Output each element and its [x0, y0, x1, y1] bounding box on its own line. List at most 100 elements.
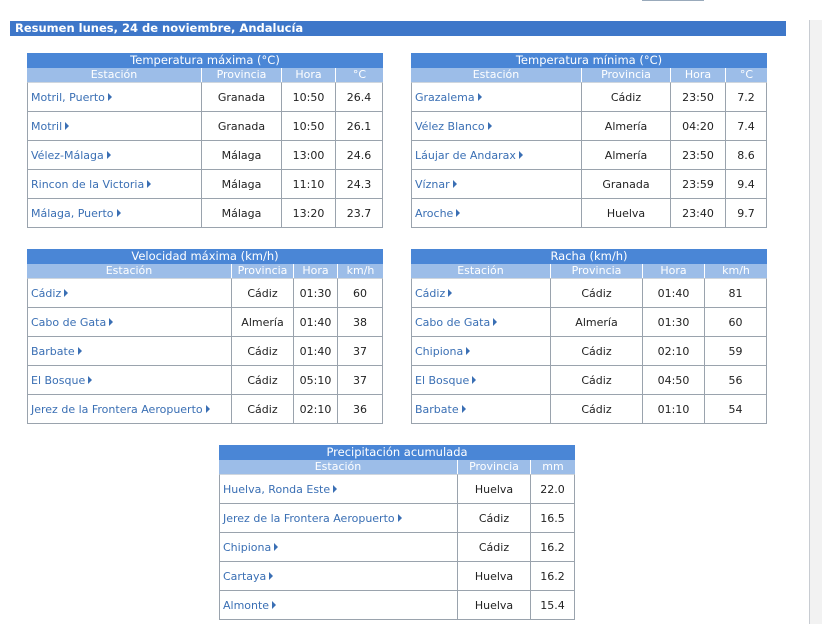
- station-link[interactable]: Cabo de Gata: [415, 316, 498, 329]
- racha-table: Estación Provincia Hora km/h Cádiz Cádiz 01:40…: [411, 264, 767, 424]
- station-cell: Barbate: [27, 337, 232, 366]
- column-header: Hora: [671, 68, 726, 82]
- station-link[interactable]: Rincon de la Victoria: [31, 177, 152, 191]
- time-cell: 01:40: [294, 337, 338, 366]
- time-cell: 23:50: [671, 141, 726, 170]
- station-link[interactable]: Barbate: [415, 403, 466, 416]
- value-cell: 23.7: [336, 199, 383, 228]
- station-link[interactable]: Motril: [31, 119, 70, 133]
- column-header: °C: [336, 68, 383, 82]
- station-name: Rincon de la Victoria: [31, 177, 145, 191]
- province-cell: Granada: [202, 82, 282, 112]
- station-link[interactable]: Jerez de la Frontera Aeropuerto: [31, 403, 210, 416]
- value-cell: 22.0: [531, 474, 575, 504]
- station-link[interactable]: Víznar: [415, 178, 457, 191]
- table-row: Cabo de Gata Almería 01:30 60: [411, 308, 767, 337]
- tmin-title: Temperatura mínima (°C): [411, 53, 767, 68]
- arrow-right-icon: [274, 542, 279, 551]
- province-cell: Huelva: [582, 199, 671, 228]
- station-name: Cabo de Gata: [31, 315, 107, 329]
- column-header: Provincia: [202, 68, 282, 82]
- station-link[interactable]: Almonte: [223, 598, 277, 612]
- value-cell: 54: [705, 395, 767, 424]
- province-cell: Cádiz: [458, 504, 531, 533]
- station-link[interactable]: Barbate: [31, 345, 82, 358]
- arrow-right-icon: [472, 375, 477, 384]
- station-cell: Aroche: [411, 199, 582, 228]
- racha-title: Racha (km/h): [411, 249, 767, 264]
- station-name: Vélez Blanco: [415, 119, 485, 133]
- time-cell: 04:50: [643, 366, 705, 395]
- station-link[interactable]: Motril, Puerto: [31, 91, 112, 104]
- station-link[interactable]: Láujar de Andarax: [415, 149, 523, 162]
- column-header: km/h: [338, 264, 383, 278]
- vmax-block: Velocidad máxima (km/h) Estación Provincia…: [27, 249, 383, 424]
- station-cell: Motril, Puerto: [27, 82, 202, 112]
- time-cell: 11:10: [282, 170, 336, 199]
- value-cell: 37: [338, 366, 383, 395]
- station-link[interactable]: El Bosque: [415, 374, 477, 387]
- value-cell: 9.7: [726, 199, 767, 228]
- top-button[interactable]: [642, 0, 704, 1]
- precip-block: Precipitación acumulada Estación Provincia…: [219, 445, 575, 620]
- value-cell: 7.4: [726, 112, 767, 141]
- province-cell: Almería: [551, 308, 643, 337]
- station-link[interactable]: Málaga, Puerto: [31, 207, 121, 220]
- arrow-right-icon: [116, 208, 121, 217]
- station-cell: Cabo de Gata: [27, 308, 232, 337]
- station-link[interactable]: Aroche: [415, 207, 461, 220]
- province-cell: Almería: [582, 141, 671, 170]
- time-cell: 02:10: [294, 395, 338, 424]
- station-link[interactable]: Vélez Blanco: [415, 120, 492, 133]
- scrollbar[interactable]: [810, 20, 822, 624]
- province-cell: Cádiz: [551, 278, 643, 308]
- arrow-right-icon: [452, 179, 457, 188]
- station-name: Barbate: [415, 402, 459, 416]
- station-name: Motril: [31, 119, 63, 133]
- arrow-right-icon: [272, 600, 277, 609]
- column-header: Estación: [219, 460, 458, 474]
- province-cell: Cádiz: [232, 337, 294, 366]
- province-cell: Cádiz: [232, 395, 294, 424]
- station-link[interactable]: Chipiona: [223, 541, 279, 554]
- station-link[interactable]: Cabo de Gata: [31, 315, 114, 329]
- province-cell: Cádiz: [232, 278, 294, 308]
- station-cell: Jerez de la Frontera Aeropuerto: [27, 395, 232, 424]
- station-name: Almonte: [223, 598, 270, 612]
- station-link[interactable]: Chipiona: [415, 345, 471, 358]
- station-link[interactable]: Grazalema: [415, 91, 482, 104]
- station-name: Jerez de la Frontera Aeropuerto: [223, 511, 395, 525]
- province-cell: Cádiz: [232, 366, 294, 395]
- station-link[interactable]: Cádiz: [415, 287, 453, 300]
- column-header: mm: [531, 460, 575, 474]
- column-header: Provincia: [582, 68, 671, 82]
- arrow-right-icon: [109, 317, 114, 326]
- column-header: °C: [726, 68, 767, 82]
- station-cell: Huelva, Ronda Este: [219, 474, 458, 504]
- station-link[interactable]: Jerez de la Frontera Aeropuerto: [223, 512, 402, 525]
- value-cell: 15.4: [531, 591, 575, 620]
- column-header: km/h: [705, 264, 767, 278]
- value-cell: 16.5: [531, 504, 575, 533]
- time-cell: 01:40: [294, 308, 338, 337]
- station-link[interactable]: El Bosque: [31, 374, 93, 387]
- station-link[interactable]: Vélez-Málaga: [31, 149, 111, 162]
- table-row: Huelva, Ronda Este Huelva 22.0: [219, 474, 575, 504]
- station-cell: Cádiz: [411, 278, 551, 308]
- arrow-right-icon: [65, 121, 70, 130]
- station-link[interactable]: Huelva, Ronda Este: [223, 483, 338, 496]
- station-cell: Vélez Blanco: [411, 112, 582, 141]
- value-cell: 56: [705, 366, 767, 395]
- value-cell: 37: [338, 337, 383, 366]
- column-header: Hora: [294, 264, 338, 278]
- arrow-right-icon: [487, 121, 492, 130]
- station-link[interactable]: Cartaya: [223, 569, 274, 583]
- time-cell: 23:40: [671, 199, 726, 228]
- table-row: Cádiz Cádiz 01:30 60: [27, 278, 383, 308]
- station-name: Jerez de la Frontera Aeropuerto: [31, 402, 203, 416]
- time-cell: 01:40: [643, 278, 705, 308]
- precip-table: Estación Provincia mm Huelva, Ronda Este Hue…: [219, 460, 575, 620]
- precip-title: Precipitación acumulada: [219, 445, 575, 460]
- station-name: Cartaya: [223, 569, 267, 583]
- station-link[interactable]: Cádiz: [31, 287, 69, 300]
